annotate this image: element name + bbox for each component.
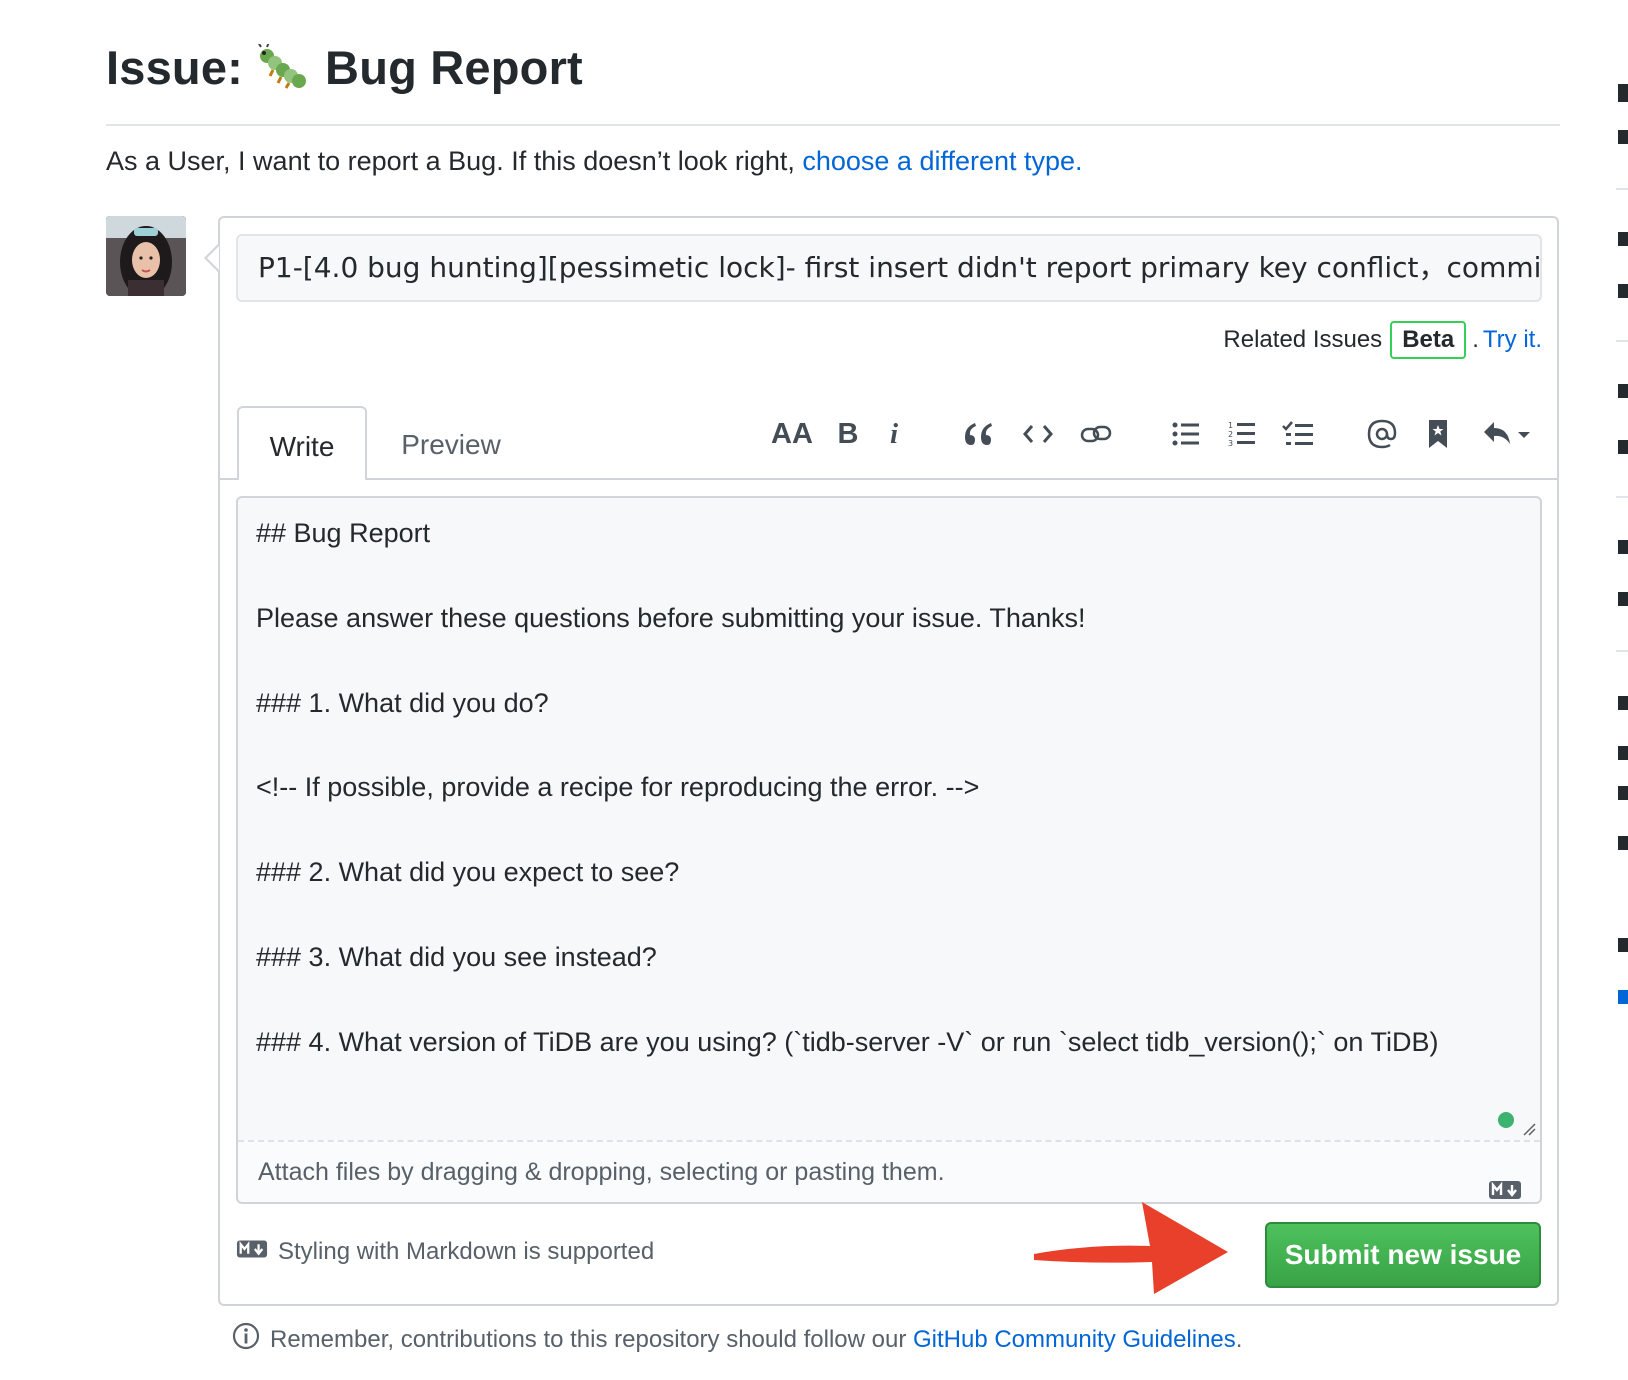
sidebar-divider xyxy=(1616,650,1628,652)
tab-preview[interactable]: Preview xyxy=(386,406,516,480)
submit-new-issue-button[interactable]: Submit new issue xyxy=(1265,1222,1541,1288)
bullet-list-icon[interactable] xyxy=(1164,412,1208,456)
related-issues-label: Related Issues xyxy=(1223,326,1383,353)
sidebar-fragment xyxy=(1618,786,1628,800)
intro-sentence: As a User, I want to report a Bug. If th… xyxy=(106,146,795,176)
avatar[interactable] xyxy=(106,216,186,296)
contribution-note: Remember, contributions to this reposito… xyxy=(232,1322,1242,1357)
resize-handle-icon[interactable] xyxy=(1522,1122,1536,1136)
text-size-icon[interactable]: AA xyxy=(770,412,814,456)
quote-icon[interactable] xyxy=(956,412,1000,456)
svg-text:2: 2 xyxy=(1228,430,1233,439)
bold-icon[interactable]: B xyxy=(826,412,870,456)
sidebar-fragment xyxy=(1618,540,1628,554)
sidebar-fragment xyxy=(1618,232,1628,246)
sidebar-fragment xyxy=(1618,592,1628,606)
bold-glyph: B xyxy=(837,417,859,450)
intro-text: As a User, I want to report a Bug. If th… xyxy=(106,146,1083,177)
sidebar-fragment xyxy=(1618,938,1628,952)
tab-write[interactable]: Write xyxy=(237,406,367,480)
community-guidelines-link[interactable]: GitHub Community Guidelines xyxy=(913,1326,1236,1353)
sidebar-fragment xyxy=(1618,746,1628,760)
body-line: <!-- If possible, provide a recipe for r… xyxy=(256,772,980,803)
link-icon[interactable] xyxy=(1074,412,1118,456)
sidebar-fragment xyxy=(1618,696,1628,710)
markdown-icon xyxy=(1488,1162,1522,1222)
attach-files-bar[interactable]: Attach files by dragging & dropping, sel… xyxy=(238,1140,1540,1202)
mention-icon[interactable] xyxy=(1360,412,1404,456)
svg-text:3: 3 xyxy=(1228,439,1233,448)
code-icon[interactable] xyxy=(1016,412,1060,456)
beta-badge: Beta xyxy=(1390,321,1467,359)
sidebar-divider xyxy=(1616,188,1628,190)
sidebar-fragment xyxy=(1618,130,1628,144)
markdown-note: Styling with Markdown is supported xyxy=(236,1238,654,1266)
sidebar-fragment xyxy=(1618,440,1628,454)
form-caret-inner xyxy=(207,246,219,270)
markdown-note-text: Styling with Markdown is supported xyxy=(278,1238,655,1265)
sidebar-divider xyxy=(1616,496,1628,498)
reply-icon[interactable] xyxy=(1478,412,1536,456)
sidebar-fragment xyxy=(1618,84,1628,102)
italic-glyph: i xyxy=(889,417,899,450)
body-line: ### 3. What did you see instead? xyxy=(256,942,657,972)
contribution-text: Remember, contributions to this reposito… xyxy=(270,1325,907,1353)
body-line: ### 1. What did you do? xyxy=(256,687,549,718)
sidebar-fragment xyxy=(1618,384,1628,398)
italic-icon[interactable]: i xyxy=(872,412,916,456)
red-arrow-annotation xyxy=(1030,1200,1230,1301)
body-line: ## Bug Report xyxy=(256,518,431,548)
sidebar-fragment xyxy=(1618,836,1628,850)
info-icon xyxy=(232,1322,260,1357)
body-line: ### 2. What did you expect to see? xyxy=(256,857,680,888)
body-line: ### 4. What version of TiDB are you usin… xyxy=(256,1026,1439,1057)
svg-text:1: 1 xyxy=(1228,421,1233,430)
related-suffix: . xyxy=(1472,326,1479,353)
title-prefix: Issue: xyxy=(106,41,244,94)
attach-files-text: Attach files by dragging & dropping, sel… xyxy=(258,1158,945,1186)
issue-body-textarea[interactable]: ## Bug Report Please answer these questio… xyxy=(236,496,1542,1204)
markdown-icon xyxy=(236,1238,268,1266)
related-issues: Related Issues Beta . Try it. xyxy=(1223,318,1542,362)
title-divider xyxy=(106,124,1560,126)
try-it-link[interactable]: Try it. xyxy=(1483,326,1542,354)
text-size-glyph: AA xyxy=(771,417,813,450)
body-line: Please answer these questions before sub… xyxy=(256,602,1086,633)
numbered-list-icon[interactable]: 123 xyxy=(1220,412,1264,456)
status-dot xyxy=(1498,1112,1514,1128)
title-text: Bug Report xyxy=(325,41,583,94)
choose-type-link[interactable]: choose a different type. xyxy=(802,146,1082,176)
sidebar-divider xyxy=(1616,340,1628,342)
page-title: Issue: Bug Report xyxy=(106,40,583,95)
sidebar-fragment xyxy=(1618,990,1628,1004)
task-list-icon[interactable] xyxy=(1276,412,1320,456)
sidebar-fragment xyxy=(1618,284,1628,298)
issue-title-input[interactable]: P1-[4.0 bug hunting][pessimetic lock]- f… xyxy=(236,234,1542,302)
saved-reply-icon[interactable] xyxy=(1416,412,1460,456)
bug-emoji-icon xyxy=(255,40,313,92)
contribution-suffix: . xyxy=(1235,1325,1243,1353)
